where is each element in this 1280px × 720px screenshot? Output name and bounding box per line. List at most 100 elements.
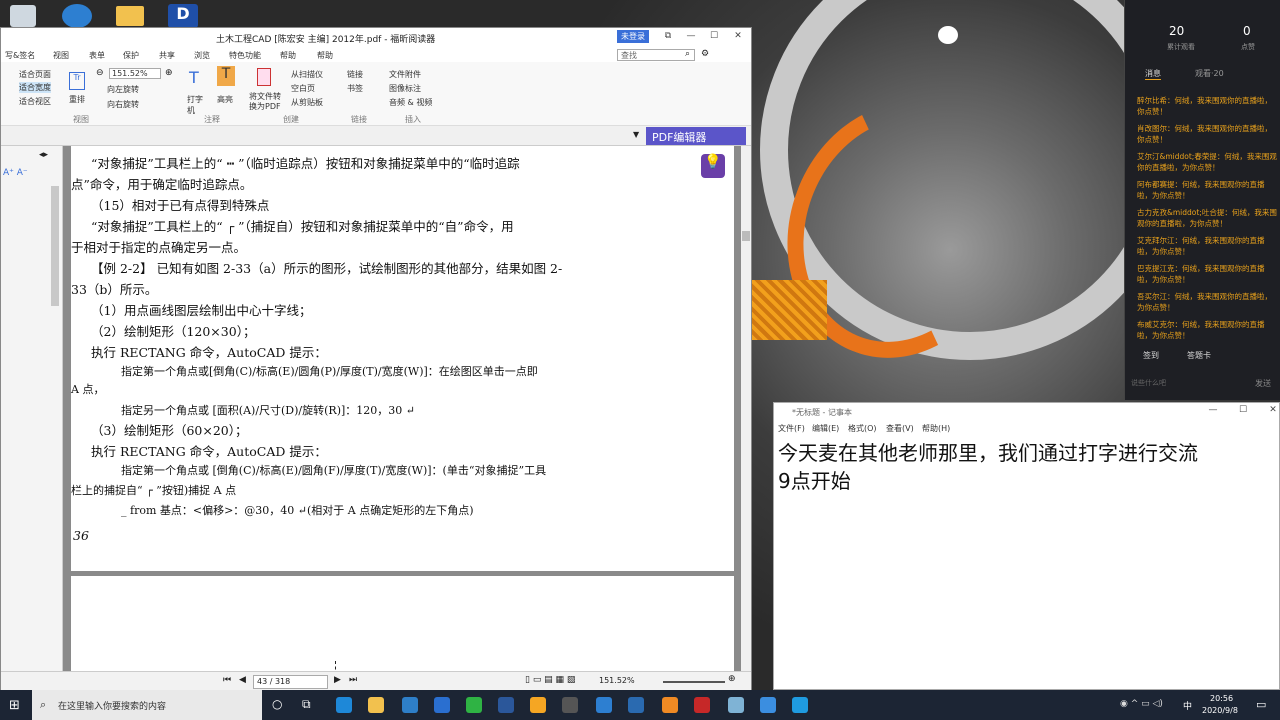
typewriter-button[interactable]: 打字机 [187,94,207,116]
notepad-text-area[interactable]: 今天麦在其他老师那里，我们通过打字进行交流 9点开始 [778,439,1198,495]
page-number-input[interactable]: 43 / 318 [253,675,328,689]
autocad-icon[interactable] [694,697,710,713]
notepad-menu-file[interactable]: 文件(F) [778,423,805,434]
explorer-icon[interactable] [368,697,384,713]
file-attachment-button[interactable]: 文件附件 [389,69,421,80]
text-size-icon[interactable]: A⁺ A⁻ [3,168,28,178]
menu-protect[interactable]: 保护 [123,50,139,61]
maximize-button[interactable]: ☐ [707,31,721,43]
highlight-button[interactable]: 高亮 [217,94,233,105]
rotate-right-button[interactable]: 向右旋转 [107,99,139,110]
mail-icon[interactable] [402,697,418,713]
search-input[interactable]: 查找 [617,49,695,61]
from-clipboard-button[interactable]: 从剪贴板 [291,97,323,108]
pdf-editor-button[interactable]: PDF编辑器 [646,127,746,145]
tab-messages[interactable]: 消息 [1145,68,1161,80]
app-icon-shield[interactable] [760,697,776,713]
zoom-out-icon[interactable]: ⊖ [96,68,104,78]
fit-view-button[interactable]: 适合视区 [19,96,51,107]
menu-view[interactable]: 视图 [53,50,69,61]
notepad-menu-format[interactable]: 格式(O) [848,423,877,434]
rotate-left-button[interactable]: 向左旋转 [107,84,139,95]
restore-ribbon-icon[interactable]: ⧉ [661,31,675,43]
audio-video-button[interactable]: 音频 & 视频 [389,97,432,108]
tray-icons[interactable]: ◉ ^ ▭ ◁) [1120,699,1163,709]
zoom-in-icon[interactable]: ⊕ [165,68,173,78]
reflow-button[interactable]: 重排 [69,94,85,105]
fit-width-button[interactable]: 适合宽度 [19,82,51,93]
last-page-icon[interactable]: ⏭ [349,675,357,685]
app-icon-blue[interactable] [434,697,450,713]
menu-help-1[interactable]: 帮助 [280,50,296,61]
reflow-icon[interactable]: Tr [69,72,85,90]
prev-page-icon[interactable]: ◀ [239,675,246,685]
login-button[interactable]: 未登录 [617,30,649,43]
notepad-minimize-button[interactable]: — [1206,405,1220,417]
first-page-icon[interactable]: ⏮ [223,675,231,685]
convert-button[interactable]: 将文件转换为PDF [249,92,283,112]
menu-sign[interactable]: 写&签名 [5,50,35,61]
blank-page-button[interactable]: 空白页 [291,83,315,94]
convert-icon[interactable] [257,68,271,86]
answer-card-button[interactable]: 答题卡 [1187,350,1211,361]
vertical-scrollbar[interactable] [741,146,751,671]
app-icon-square[interactable] [792,697,808,713]
folder-icon[interactable] [116,6,144,26]
recycle-bin-icon[interactable] [10,5,36,27]
tab-viewers[interactable]: 观看·20 [1195,68,1224,79]
send-button[interactable]: 发送 [1255,378,1271,389]
notepad-icon[interactable] [728,697,744,713]
task-view-icon[interactable]: ⧉ [302,697,311,712]
gear-icon[interactable]: ⚙ [701,49,709,59]
idea-icon[interactable]: 💡 [701,154,725,178]
search-icon[interactable]: ⌕ [685,49,690,59]
menu-share[interactable]: 共享 [159,50,175,61]
notepad-menu-view[interactable]: 查看(V) [886,423,914,434]
taskbar-search-input[interactable]: 在这里输入你要搜索的内容 [32,690,262,720]
next-page-icon[interactable]: ▶ [334,675,341,685]
word-icon[interactable] [498,697,514,713]
edge-icon[interactable] [336,697,352,713]
image-annotation-button[interactable]: 图像标注 [389,83,421,94]
app-icon-d[interactable]: D [168,4,198,28]
cat-icon[interactable] [938,26,958,44]
qq-icon[interactable] [530,697,546,713]
menu-browse[interactable]: 浏览 [194,50,210,61]
layout-icons[interactable]: ▯ ▭ ▤ ▦ ▧ [525,675,575,685]
cortana-icon[interactable]: ○ [272,697,282,711]
notepad-menu-help[interactable]: 帮助(H) [922,423,950,434]
wechat-icon[interactable] [466,697,482,713]
typewriter-icon[interactable]: T [189,68,199,87]
link-button[interactable]: 链接 [347,69,363,80]
zoom-slider[interactable] [663,681,725,683]
app-icon-b[interactable] [596,697,612,713]
notepad-menu-edit[interactable]: 编辑(E) [812,423,839,434]
panel-scrollbar[interactable] [51,186,59,306]
sign-in-button[interactable]: 签到 [1143,350,1159,361]
zoom-select[interactable]: 151.52% [109,68,161,79]
scroll-thumb[interactable] [742,231,750,241]
app-icon-circle[interactable] [62,4,92,28]
chat-input[interactable]: 说些什么吧 [1131,378,1251,388]
windows-start-icon[interactable]: ⊞ [9,698,20,713]
dropdown-icon[interactable]: ▼ [633,130,639,139]
foxit-icon[interactable] [662,697,678,713]
menu-form[interactable]: 表单 [89,50,105,61]
notification-icon[interactable]: ▭ [1256,698,1266,711]
photos-icon[interactable] [628,697,644,713]
notepad-close-button[interactable]: ✕ [1266,405,1280,417]
menu-help-2[interactable]: 帮助 [317,50,333,61]
collapse-icon[interactable]: ◂▸ [39,150,48,160]
highlight-icon[interactable]: T [217,66,235,86]
from-scanner-button[interactable]: 从扫描仪 [291,69,323,80]
taskbar: ⊞ 在这里输入你要搜索的内容 ⌕ ○ ⧉ ◉ ^ ▭ ◁) 中 20:56 20… [0,690,1280,720]
media-icon[interactable] [562,697,578,713]
notepad-maximize-button[interactable]: ☐ [1236,405,1250,417]
ime-indicator[interactable]: 中 [1183,699,1192,712]
menu-features[interactable]: 特色功能 [229,50,261,61]
bookmark-button[interactable]: 书签 [347,83,363,94]
fit-page-button[interactable]: 适合页面 [19,69,51,80]
minimize-button[interactable]: — [684,31,698,43]
close-button[interactable]: ✕ [731,31,745,43]
zoom-in-status-icon[interactable]: ⊕ [728,674,736,684]
